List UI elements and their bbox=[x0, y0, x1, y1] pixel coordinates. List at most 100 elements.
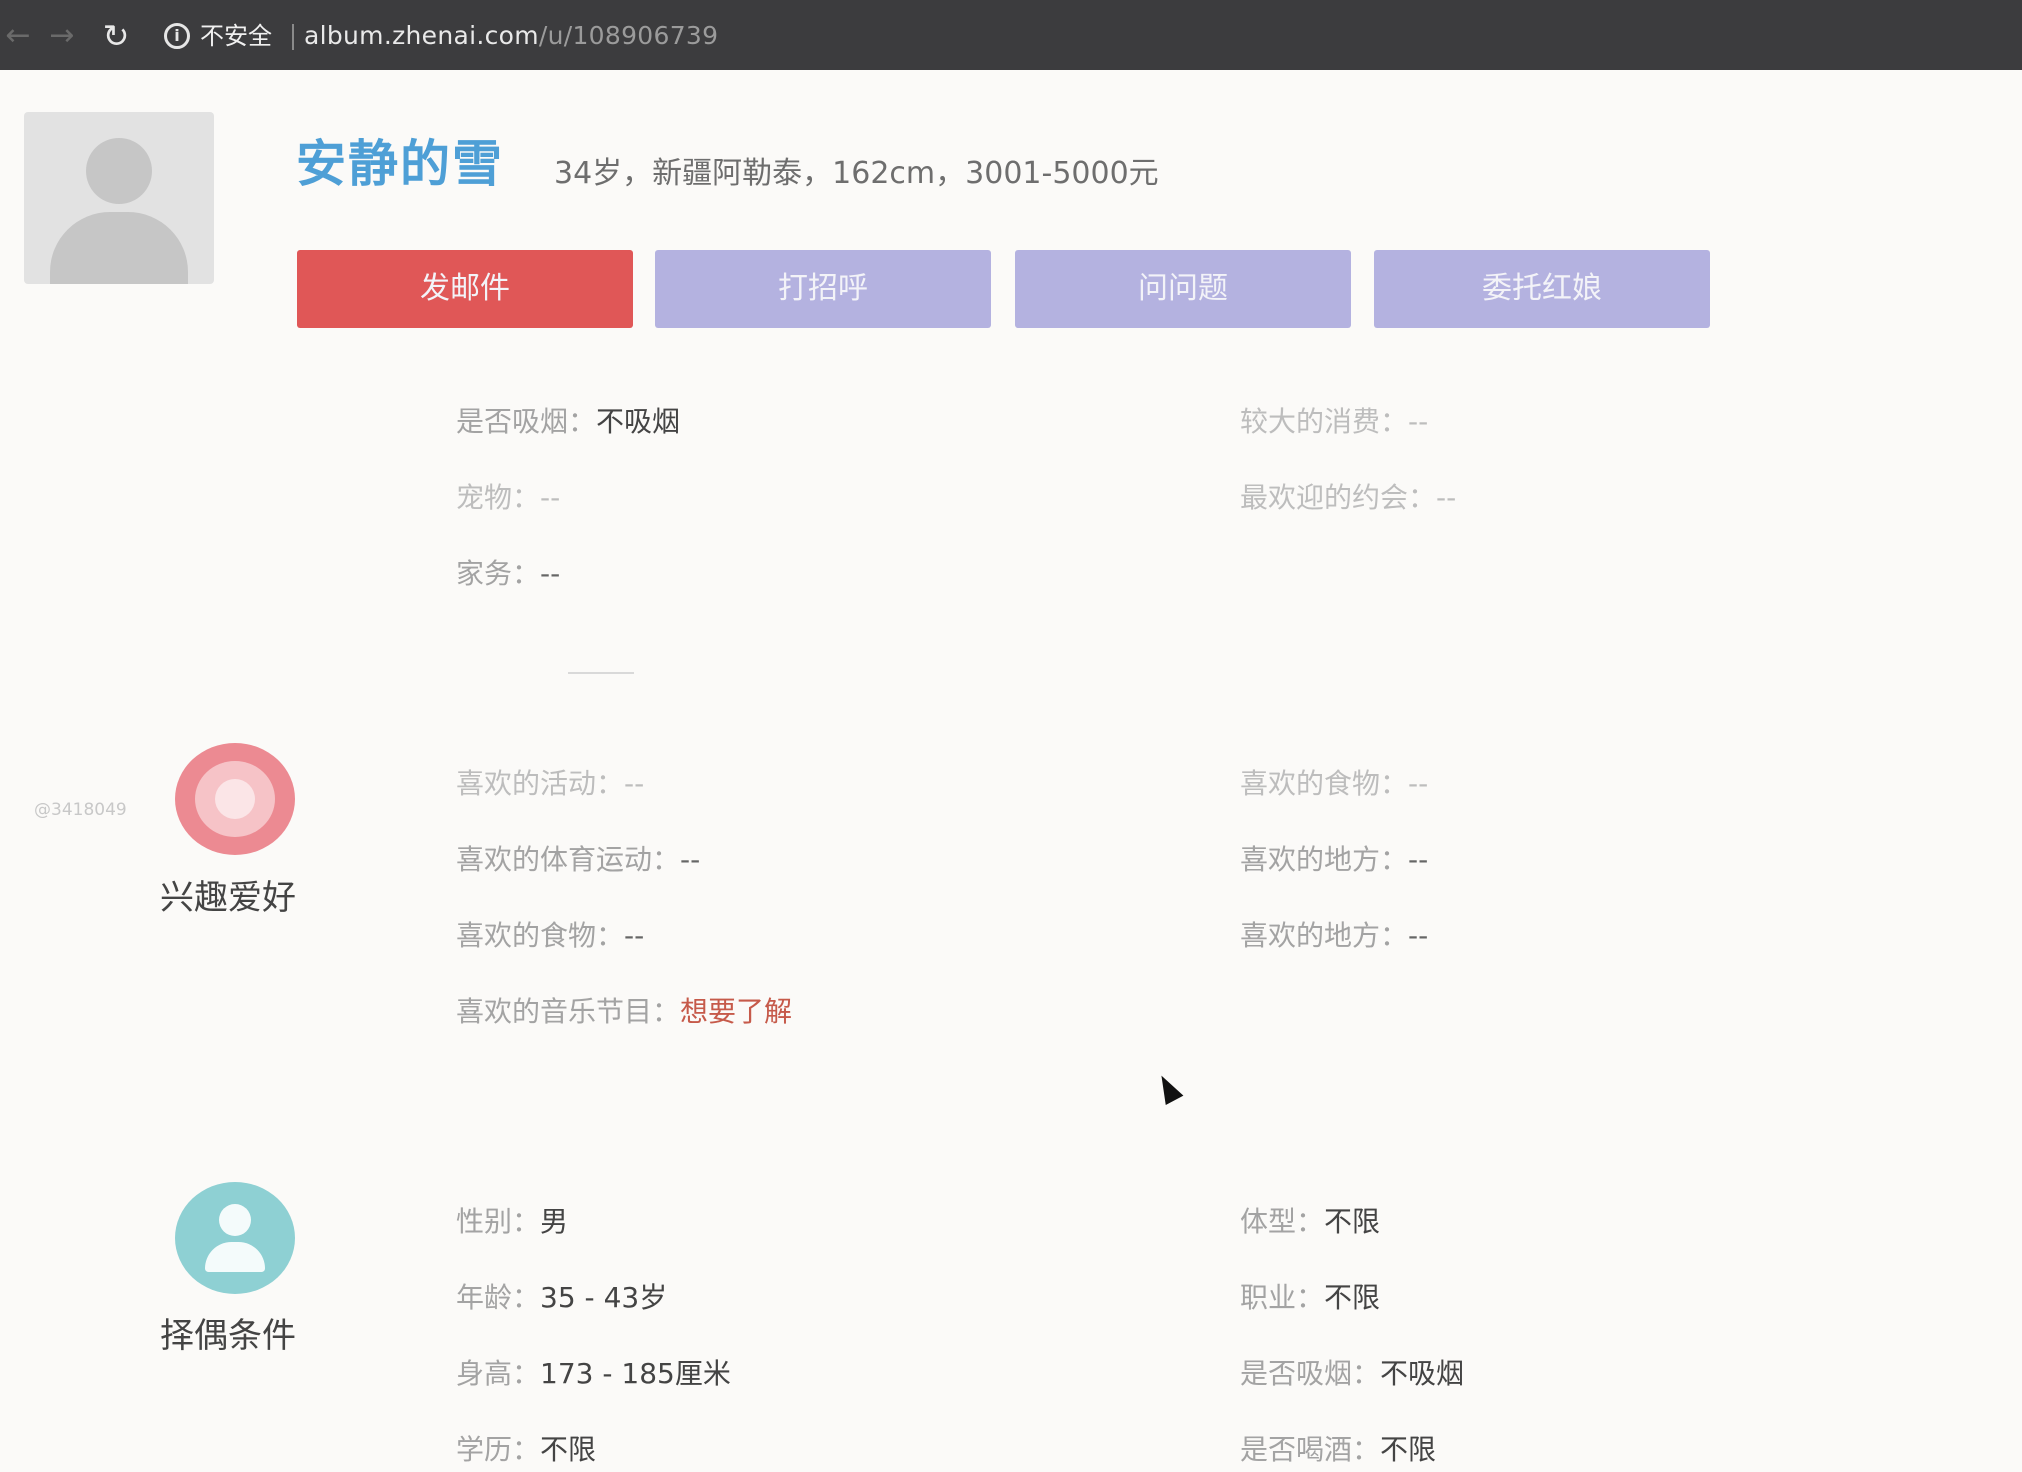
detail-label: 家务 bbox=[456, 557, 513, 590]
detail-value: 不吸烟 bbox=[596, 405, 681, 438]
colon: ： bbox=[512, 481, 541, 514]
back-arrow-icon[interactable]: ← bbox=[0, 18, 36, 54]
colon: ： bbox=[512, 1357, 541, 1390]
detail-value: 173 - 185厘米 bbox=[540, 1357, 731, 1390]
detail-pets: 宠物：-- bbox=[456, 478, 560, 518]
person-icon-head bbox=[219, 1204, 251, 1236]
colon: ： bbox=[596, 767, 625, 800]
detail-date: 最欢迎的约会：-- bbox=[1240, 478, 1456, 518]
colon: ： bbox=[1380, 405, 1409, 438]
colon: ： bbox=[652, 995, 681, 1028]
detail-value: -- bbox=[680, 843, 701, 876]
url-text[interactable]: album.zhenai.com/u/108906739 bbox=[304, 20, 718, 52]
colon: ： bbox=[1296, 1205, 1325, 1238]
detail-label: 喜欢的音乐节目 bbox=[456, 995, 653, 1028]
detail-value: 不吸烟 bbox=[1380, 1357, 1465, 1390]
hobby-item: 喜欢的体育运动：-- bbox=[456, 840, 700, 880]
greet-button[interactable]: 打招呼 bbox=[655, 250, 991, 328]
detail-value: -- bbox=[624, 767, 645, 800]
colon: ： bbox=[568, 405, 597, 438]
security-label[interactable]: 不安全 bbox=[200, 20, 272, 52]
partner-item: 性别：男 bbox=[456, 1202, 568, 1242]
partner-item: 是否喝酒：不限 bbox=[1240, 1430, 1436, 1470]
colon: ： bbox=[1296, 1281, 1325, 1314]
url-separator bbox=[292, 24, 294, 50]
detail-housework: 家务：-- bbox=[456, 554, 560, 594]
info-icon[interactable]: i bbox=[164, 23, 190, 49]
detail-label: 是否喝酒 bbox=[1240, 1433, 1353, 1466]
detail-label: 喜欢的食物 bbox=[456, 919, 597, 952]
detail-label: 最欢迎的约会 bbox=[1240, 481, 1409, 514]
partner-title: 择偶条件 bbox=[160, 1316, 296, 1356]
watermark-id: @3418049 bbox=[34, 800, 127, 820]
colon: ： bbox=[512, 1205, 541, 1238]
detail-value: 男 bbox=[540, 1205, 569, 1238]
detail-value: 不限 bbox=[1324, 1281, 1381, 1314]
matchmaker-button[interactable]: 委托红娘 bbox=[1374, 250, 1710, 328]
hobby-item: 喜欢的音乐节目：想要了解 bbox=[456, 992, 792, 1032]
hobby-icon bbox=[175, 743, 295, 855]
detail-value: -- bbox=[1408, 843, 1429, 876]
reload-icon[interactable]: ↻ bbox=[98, 18, 134, 54]
url-path: /u/108906739 bbox=[538, 21, 719, 50]
hobby-item: 喜欢的食物：-- bbox=[456, 916, 644, 956]
detail-label: 喜欢的食物 bbox=[1240, 767, 1381, 800]
detail-value: -- bbox=[1408, 919, 1429, 952]
detail-value: 35 - 43岁 bbox=[540, 1281, 668, 1314]
detail-value: -- bbox=[540, 481, 561, 514]
hobby-item: 喜欢的地方：-- bbox=[1240, 840, 1428, 880]
detail-value: -- bbox=[1436, 481, 1457, 514]
detail-label: 喜欢的地方 bbox=[1240, 843, 1381, 876]
detail-label: 年龄 bbox=[456, 1281, 513, 1314]
colon: ： bbox=[1380, 919, 1409, 952]
detail-label: 性别 bbox=[456, 1205, 513, 1238]
forward-arrow-icon[interactable]: → bbox=[44, 18, 80, 54]
detail-label: 较大的消费 bbox=[1240, 405, 1381, 438]
detail-label: 宠物 bbox=[456, 481, 513, 514]
colon: ： bbox=[1352, 1433, 1381, 1466]
nickname: 安静的雪 bbox=[296, 135, 504, 193]
detail-value: 不限 bbox=[540, 1433, 597, 1466]
divider bbox=[568, 672, 634, 674]
hobbies-title: 兴趣爱好 bbox=[160, 878, 296, 918]
detail-value: -- bbox=[624, 919, 645, 952]
mouse-cursor bbox=[1152, 1070, 1184, 1106]
hobby-item: 喜欢的食物：-- bbox=[1240, 764, 1428, 804]
colon: ： bbox=[596, 919, 625, 952]
partner-item: 体型：不限 bbox=[1240, 1202, 1380, 1242]
detail-smoking: 是否吸烟：不吸烟 bbox=[456, 402, 680, 442]
detail-value: -- bbox=[1408, 405, 1429, 438]
detail-label: 喜欢的体育运动 bbox=[456, 843, 653, 876]
partner-item: 年龄：35 - 43岁 bbox=[456, 1278, 667, 1318]
partner-item: 学历：不限 bbox=[456, 1430, 596, 1470]
detail-label: 身高 bbox=[456, 1357, 513, 1390]
send-mail-button[interactable]: 发邮件 bbox=[297, 250, 633, 328]
detail-label: 是否吸烟 bbox=[456, 405, 569, 438]
colon: ： bbox=[1380, 767, 1409, 800]
avatar-body-shape bbox=[50, 212, 188, 284]
colon: ： bbox=[512, 557, 541, 590]
url-domain: album.zhenai.com bbox=[304, 21, 539, 50]
colon: ： bbox=[512, 1433, 541, 1466]
ask-question-button[interactable]: 问问题 bbox=[1015, 250, 1351, 328]
detail-spending: 较大的消费：-- bbox=[1240, 402, 1428, 442]
avatar[interactable] bbox=[24, 112, 214, 284]
person-icon bbox=[175, 1182, 295, 1294]
partner-item: 职业：不限 bbox=[1240, 1278, 1380, 1318]
want-to-know-link[interactable]: 想要了解 bbox=[680, 995, 792, 1028]
address-bar[interactable]: i 不安全 album.zhenai.com/u/108906739 bbox=[154, 14, 2014, 58]
colon: ： bbox=[1380, 843, 1409, 876]
detail-label: 喜欢的地方 bbox=[1240, 919, 1381, 952]
colon: ： bbox=[1408, 481, 1437, 514]
basic-info: 34岁，新疆阿勒泰，162cm，3001-5000元 bbox=[554, 156, 1159, 191]
detail-label: 喜欢的活动 bbox=[456, 767, 597, 800]
hobby-item: 喜欢的活动：-- bbox=[456, 764, 644, 804]
colon: ： bbox=[1352, 1357, 1381, 1390]
detail-label: 学历 bbox=[456, 1433, 513, 1466]
detail-value: 不限 bbox=[1380, 1433, 1437, 1466]
person-icon-body bbox=[205, 1242, 265, 1272]
detail-label: 职业 bbox=[1240, 1281, 1297, 1314]
colon: ： bbox=[512, 1281, 541, 1314]
detail-value: -- bbox=[1408, 767, 1429, 800]
browser-toolbar: ← → ↻ i 不安全 album.zhenai.com/u/108906739 bbox=[0, 0, 2022, 70]
